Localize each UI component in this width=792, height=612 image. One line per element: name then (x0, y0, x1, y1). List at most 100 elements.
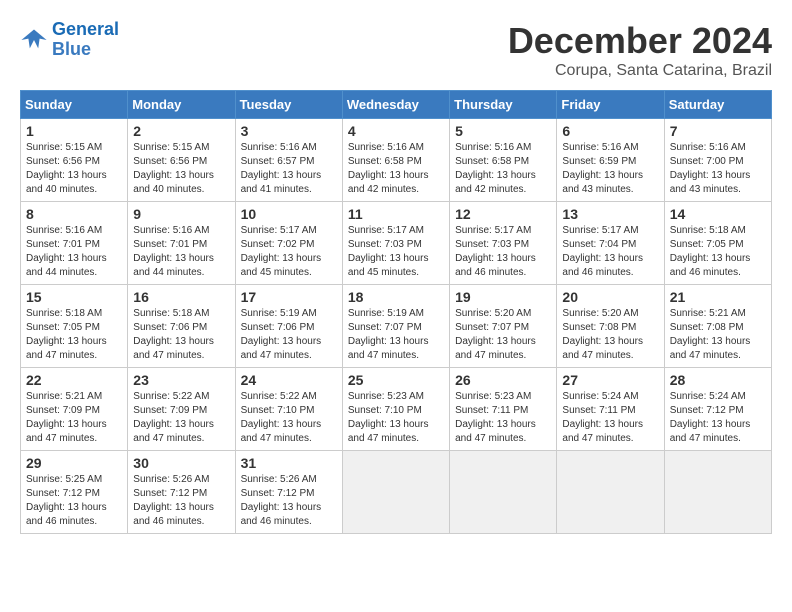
calendar-cell: 23 Sunrise: 5:22 AM Sunset: 7:09 PM Dayli… (128, 368, 235, 451)
day-header-tuesday: Tuesday (235, 91, 342, 119)
logo-line1: General (52, 19, 119, 39)
day-number: 16 (133, 289, 229, 305)
calendar-cell: 1 Sunrise: 5:15 AM Sunset: 6:56 PM Daylig… (21, 119, 128, 202)
day-info: Sunrise: 5:16 AM Sunset: 7:01 PM Dayligh… (133, 224, 229, 280)
day-info: Sunrise: 5:19 AM Sunset: 7:07 PM Dayligh… (348, 307, 444, 363)
day-number: 6 (562, 123, 658, 139)
calendar-cell: 11 Sunrise: 5:17 AM Sunset: 7:03 PM Dayli… (342, 202, 449, 285)
calendar-cell: 28Sunrise: 5:24 AM Sunset: 7:12 PM Dayli… (664, 368, 771, 451)
title-section: December 2024 Corupa, Santa Catarina, Br… (508, 20, 772, 80)
day-info: Sunrise: 5:18 AM Sunset: 7:05 PM Dayligh… (670, 224, 766, 280)
day-number: 10 (241, 206, 337, 222)
day-info: Sunrise: 5:21 AM Sunset: 7:09 PM Dayligh… (26, 390, 122, 446)
calendar-cell: 8Sunrise: 5:16 AM Sunset: 7:01 PM Daylig… (21, 202, 128, 285)
calendar-cell: 17Sunrise: 5:19 AM Sunset: 7:06 PM Dayli… (235, 285, 342, 368)
day-info: Sunrise: 5:16 AM Sunset: 6:58 PM Dayligh… (348, 141, 444, 197)
day-info: Sunrise: 5:20 AM Sunset: 7:07 PM Dayligh… (455, 307, 551, 363)
day-number: 29 (26, 455, 122, 471)
calendar-cell: 10Sunrise: 5:17 AM Sunset: 7:02 PM Dayli… (235, 202, 342, 285)
location-subtitle: Corupa, Santa Catarina, Brazil (508, 62, 772, 80)
day-info: Sunrise: 5:16 AM Sunset: 6:57 PM Dayligh… (241, 141, 337, 197)
day-number: 30 (133, 455, 229, 471)
week-row-5: 29 Sunrise: 5:25 AM Sunset: 7:12 PM Dayli… (21, 451, 772, 534)
calendar-cell: 12 Sunrise: 5:17 AM Sunset: 7:03 PM Dayli… (450, 202, 557, 285)
calendar-cell: 21Sunrise: 5:21 AM Sunset: 7:08 PM Dayli… (664, 285, 771, 368)
day-info: Sunrise: 5:25 AM Sunset: 7:12 PM Dayligh… (26, 473, 122, 529)
day-number: 31 (241, 455, 337, 471)
calendar-cell: 13 Sunrise: 5:17 AM Sunset: 7:04 PM Dayli… (557, 202, 664, 285)
calendar-header-row: SundayMondayTuesdayWednesdayThursdayFrid… (21, 91, 772, 119)
calendar-cell: 6 Sunrise: 5:16 AM Sunset: 6:59 PM Daylig… (557, 119, 664, 202)
calendar-cell: 31 Sunrise: 5:26 AM Sunset: 7:12 PM Dayli… (235, 451, 342, 534)
day-number: 5 (455, 123, 551, 139)
week-row-3: 15 Sunrise: 5:18 AM Sunset: 7:05 PM Dayli… (21, 285, 772, 368)
calendar-cell: 30Sunrise: 5:26 AM Sunset: 7:12 PM Dayli… (128, 451, 235, 534)
day-number: 22 (26, 372, 122, 388)
day-info: Sunrise: 5:15 AM Sunset: 6:56 PM Dayligh… (26, 141, 122, 197)
calendar-cell: 29 Sunrise: 5:25 AM Sunset: 7:12 PM Dayli… (21, 451, 128, 534)
day-info: Sunrise: 5:22 AM Sunset: 7:10 PM Dayligh… (241, 390, 337, 446)
day-info: Sunrise: 5:15 AM Sunset: 6:56 PM Dayligh… (133, 141, 229, 197)
day-number: 1 (26, 123, 122, 139)
calendar-cell: 22 Sunrise: 5:21 AM Sunset: 7:09 PM Dayli… (21, 368, 128, 451)
calendar-cell: 24 Sunrise: 5:22 AM Sunset: 7:10 PM Dayli… (235, 368, 342, 451)
calendar-cell: 5Sunrise: 5:16 AM Sunset: 6:58 PM Daylig… (450, 119, 557, 202)
day-number: 27 (562, 372, 658, 388)
day-info: Sunrise: 5:18 AM Sunset: 7:05 PM Dayligh… (26, 307, 122, 363)
calendar-cell: 14Sunrise: 5:18 AM Sunset: 7:05 PM Dayli… (664, 202, 771, 285)
day-header-sunday: Sunday (21, 91, 128, 119)
calendar-cell: 26 Sunrise: 5:23 AM Sunset: 7:11 PM Dayli… (450, 368, 557, 451)
day-header-thursday: Thursday (450, 91, 557, 119)
calendar-cell: 9 Sunrise: 5:16 AM Sunset: 7:01 PM Daylig… (128, 202, 235, 285)
calendar-cell: 3 Sunrise: 5:16 AM Sunset: 6:57 PM Daylig… (235, 119, 342, 202)
calendar-cell: 20 Sunrise: 5:20 AM Sunset: 7:08 PM Dayli… (557, 285, 664, 368)
day-number: 9 (133, 206, 229, 222)
day-header-monday: Monday (128, 91, 235, 119)
day-number: 15 (26, 289, 122, 305)
calendar-body: 1 Sunrise: 5:15 AM Sunset: 6:56 PM Daylig… (21, 119, 772, 534)
day-info: Sunrise: 5:20 AM Sunset: 7:08 PM Dayligh… (562, 307, 658, 363)
day-number: 20 (562, 289, 658, 305)
week-row-2: 8Sunrise: 5:16 AM Sunset: 7:01 PM Daylig… (21, 202, 772, 285)
calendar-cell: 15 Sunrise: 5:18 AM Sunset: 7:05 PM Dayli… (21, 285, 128, 368)
logo: General Blue (20, 20, 119, 60)
logo-bird-icon (20, 26, 48, 54)
day-number: 23 (133, 372, 229, 388)
calendar-cell: 16Sunrise: 5:18 AM Sunset: 7:06 PM Dayli… (128, 285, 235, 368)
month-title: December 2024 (508, 20, 772, 62)
calendar-cell: 25Sunrise: 5:23 AM Sunset: 7:10 PM Dayli… (342, 368, 449, 451)
day-info: Sunrise: 5:24 AM Sunset: 7:11 PM Dayligh… (562, 390, 658, 446)
day-number: 28 (670, 372, 766, 388)
day-number: 25 (348, 372, 444, 388)
calendar-cell (664, 451, 771, 534)
day-number: 3 (241, 123, 337, 139)
day-number: 11 (348, 206, 444, 222)
week-row-1: 1 Sunrise: 5:15 AM Sunset: 6:56 PM Daylig… (21, 119, 772, 202)
day-number: 24 (241, 372, 337, 388)
day-info: Sunrise: 5:22 AM Sunset: 7:09 PM Dayligh… (133, 390, 229, 446)
calendar-cell: 18Sunrise: 5:19 AM Sunset: 7:07 PM Dayli… (342, 285, 449, 368)
calendar-table: SundayMondayTuesdayWednesdayThursdayFrid… (20, 90, 772, 534)
day-info: Sunrise: 5:17 AM Sunset: 7:04 PM Dayligh… (562, 224, 658, 280)
day-info: Sunrise: 5:16 AM Sunset: 7:01 PM Dayligh… (26, 224, 122, 280)
logo-text: General Blue (52, 20, 119, 60)
day-info: Sunrise: 5:16 AM Sunset: 6:59 PM Dayligh… (562, 141, 658, 197)
day-header-friday: Friday (557, 91, 664, 119)
calendar-cell (450, 451, 557, 534)
day-info: Sunrise: 5:23 AM Sunset: 7:11 PM Dayligh… (455, 390, 551, 446)
day-info: Sunrise: 5:17 AM Sunset: 7:03 PM Dayligh… (348, 224, 444, 280)
day-info: Sunrise: 5:21 AM Sunset: 7:08 PM Dayligh… (670, 307, 766, 363)
day-info: Sunrise: 5:26 AM Sunset: 7:12 PM Dayligh… (241, 473, 337, 529)
day-info: Sunrise: 5:16 AM Sunset: 7:00 PM Dayligh… (670, 141, 766, 197)
day-number: 4 (348, 123, 444, 139)
page-header: General Blue December 2024 Corupa, Santa… (20, 20, 772, 80)
calendar-cell: 7 Sunrise: 5:16 AM Sunset: 7:00 PM Daylig… (664, 119, 771, 202)
day-number: 12 (455, 206, 551, 222)
day-number: 26 (455, 372, 551, 388)
day-number: 17 (241, 289, 337, 305)
day-number: 2 (133, 123, 229, 139)
day-number: 13 (562, 206, 658, 222)
calendar-cell: 27 Sunrise: 5:24 AM Sunset: 7:11 PM Dayli… (557, 368, 664, 451)
day-number: 7 (670, 123, 766, 139)
day-info: Sunrise: 5:17 AM Sunset: 7:03 PM Dayligh… (455, 224, 551, 280)
